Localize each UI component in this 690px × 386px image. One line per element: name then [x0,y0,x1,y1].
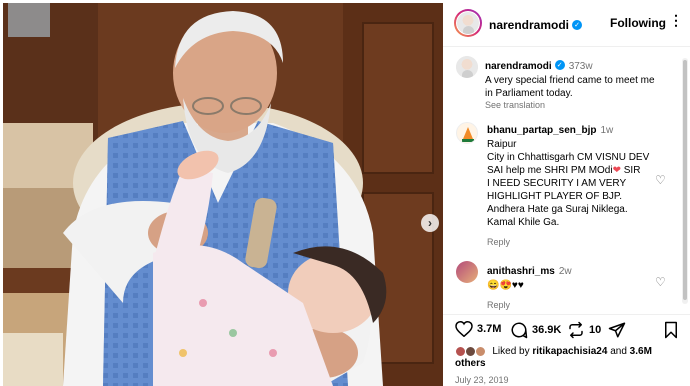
repost-icon [569,321,583,339]
comment-username[interactable]: anithashri_ms [487,266,555,277]
more-options-icon[interactable]: ⋮ [669,12,684,29]
verified-badge-icon: ✓ [572,19,583,30]
comments-scrollbar[interactable] [682,58,688,304]
author-username[interactable]: narendramodi [489,18,569,32]
post-date[interactable]: July 23, 2019 [455,375,509,385]
caption-time[interactable]: 373w [569,61,593,72]
author-avatar[interactable] [454,9,482,37]
comment: anithashri_ms 2w 😄😍♥♥ Reply [487,261,667,310]
comment-line: I NEED SECURITY I AM VERY [487,178,627,189]
comment-avatar[interactable] [456,122,478,144]
liked-by-count[interactable]: 3.6M [630,346,652,357]
caption-line2: in Parliament today. [485,88,573,99]
liker-avatar [474,346,486,357]
caption-username[interactable]: narendramodi [485,61,552,72]
caption: narendramodi ✓ 373w A very special friend … [485,56,685,110]
save-button[interactable] [663,321,679,339]
scrollbar-thumb[interactable] [683,60,687,300]
like-comment-heart-icon[interactable]: ♡ [655,173,666,187]
red-heart-icon: ❤ [612,165,621,176]
liked-by-others[interactable]: others [455,358,486,369]
comment: bhanu_partap_sen_bjp 1w Raipur City in Ch… [487,120,667,247]
comment-text: 😄😍♥♥ [487,280,524,291]
comment-username[interactable]: bhanu_partap_sen_bjp [487,125,596,136]
comment-time[interactable]: 1w [600,125,613,136]
share-icon [608,322,626,338]
following-button[interactable]: Following [610,16,666,30]
comment-button[interactable]: 36.9K [510,321,561,339]
post-photo[interactable]: › [3,3,443,386]
see-translation-link[interactable]: See translation [485,100,685,110]
like-button[interactable]: 3.7M [455,321,501,337]
comment-line: Kamal Khile Ga. [487,217,560,228]
comment-line: Raipur [487,139,517,150]
comment-icon [511,322,528,339]
liked-by-user[interactable]: ritikapachisia24 [532,346,607,357]
comment-line: SAI help me SHRI PM MOdi❤ SIR [487,165,641,176]
verified-badge-icon: ✓ [554,59,565,70]
comment-line: City in Chhattisgarh CM VISNU DEV [487,152,650,163]
reposts-count: 10 [589,324,602,336]
next-photo-button[interactable]: › [421,214,439,232]
comments-list: narendramodi ✓ 373w A very special friend … [443,48,690,313]
comment-line: Andhera Hate ga Suraj Niklega. [487,204,628,215]
share-button[interactable] [608,321,626,339]
reply-link[interactable]: Reply [487,237,667,247]
comments-count: 36.9K [532,324,562,336]
post-side-panel: narendramodi ✓ Following ⋮ narendramodi ✓ 3… [443,0,690,386]
chevron-right-icon: › [428,216,432,230]
liked-by: Liked by ritikapachisia24 and 3.6M other… [455,346,690,370]
comment-time[interactable]: 2w [559,266,572,277]
liked-by-prefix: Liked by [492,346,533,358]
photo-illustration [3,3,443,386]
bookmark-icon [665,321,677,339]
likes-count: 3.7M [477,323,502,335]
post-header: narendramodi ✓ Following ⋮ [443,0,690,47]
post-actions: 3.7M 36.9K 10 [443,314,690,344]
caption-line1: A very special friend came to meet me [485,75,655,86]
comment-avatar[interactable] [456,261,478,283]
comment-line: HIGHLIGHT PLAYER OF BJP. [487,191,623,202]
liked-by-and: and [607,346,630,358]
heart-icon [455,321,473,337]
repost-button[interactable]: 10 [567,321,601,339]
reply-link[interactable]: Reply [487,300,667,310]
like-comment-heart-icon[interactable]: ♡ [655,275,666,289]
caption-avatar[interactable] [456,56,478,78]
